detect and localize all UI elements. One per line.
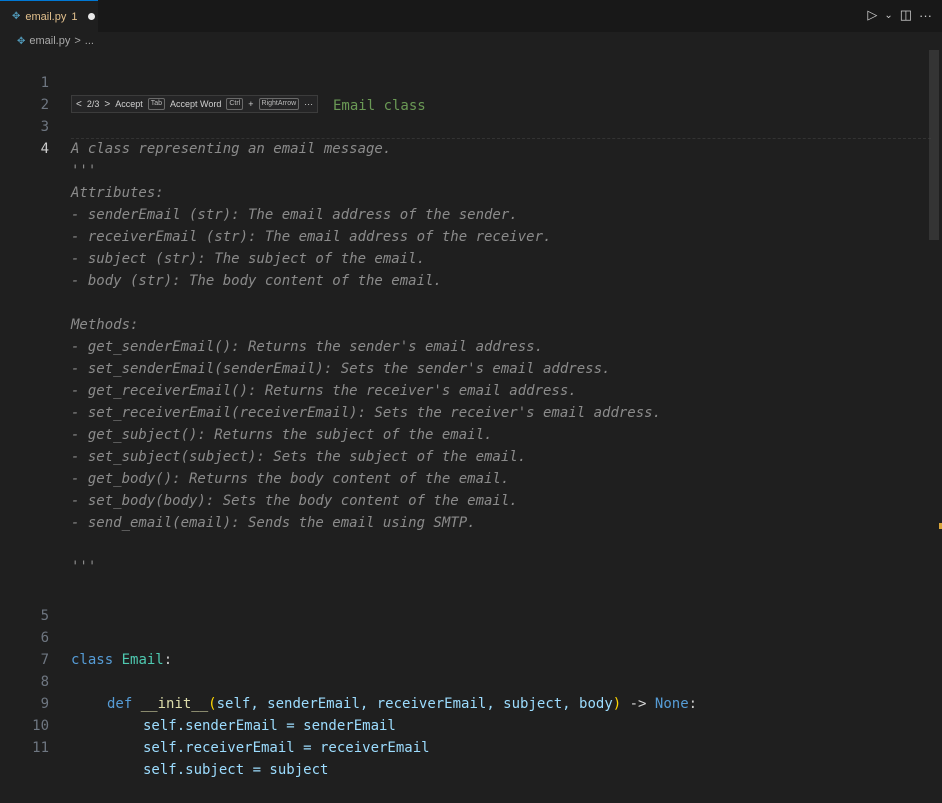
ghost-text: Methods: — [71, 317, 139, 333]
accept-word-shortcut-rightarrow: RightArrow — [258, 98, 300, 110]
ghost-line: - senderEmail (str): The email address o… — [0, 204, 930, 226]
ghost-line: A class representing an email message. — [0, 138, 930, 160]
breadcrumb-separator: > — [74, 35, 81, 47]
next-suggestion-button[interactable]: > — [104, 99, 110, 110]
tab-problem-count: 1 — [71, 10, 78, 23]
code-line: 1 import re — [0, 50, 930, 113]
ghost-line: - set_body(body): Sets the body content … — [0, 490, 930, 512]
code-text: self.subject = subject — [143, 762, 329, 778]
accept-word-button[interactable]: Accept Word — [170, 99, 221, 109]
ghost-line: Methods: — [0, 314, 930, 336]
tab-filename: email.py — [25, 10, 67, 23]
ghost-line: ''' — [0, 556, 930, 578]
code-line: 7 — [0, 627, 930, 668]
ghost-line: - body (str): The body content of the em… — [0, 270, 930, 292]
code-editor[interactable]: 1 import re 2 3 < 2/3 > Accept Tab Accep… — [0, 50, 942, 778]
ghost-line: - subject (str): The subject of the emai… — [0, 248, 930, 270]
ghost-text: - receiverEmail (str): The email address… — [71, 229, 552, 245]
code-text: self.receiverEmail = receiverEmail — [143, 740, 430, 756]
ghost-text: - subject (str): The subject of the emai… — [71, 251, 426, 267]
editor-tab-bar: ✥ email.py 1 ▷ ⌄ ◫ ··· — [0, 0, 942, 33]
ghost-line: - set_receiverEmail(receiverEmail): Sets… — [0, 402, 930, 424]
accept-shortcut-key: Tab — [147, 98, 166, 110]
code-line: 11 self.subject = subject — [0, 715, 930, 778]
ghost-text: A class representing an email message. — [71, 141, 392, 157]
ghost-text: - senderEmail (str): The email address o… — [71, 207, 518, 223]
ghost-line: - set_subject(subject): Sets the subject… — [0, 446, 930, 468]
run-icon[interactable]: ▷ — [867, 7, 877, 23]
line-number: 11 — [32, 740, 49, 756]
ghost-text: ''' — [71, 559, 97, 575]
copilot-suggestion-toolbar: < 2/3 > Accept Tab Accept Word Ctrl + Ri… — [71, 95, 319, 113]
ghost-text: - send_email(email): Sends the email usi… — [71, 515, 476, 531]
ghost-line: - set_senderEmail(senderEmail): Sets the… — [0, 358, 930, 380]
code-line: 2 — [0, 72, 930, 113]
previous-suggestion-button[interactable]: < — [76, 99, 82, 110]
shortcut-plus: + — [248, 99, 254, 109]
ghost-text: - get_senderEmail(): Returns the sender'… — [71, 339, 544, 355]
ghost-line: - get_senderEmail(): Returns the sender'… — [0, 336, 930, 358]
ghost-line: Attributes: — [0, 182, 930, 204]
split-editor-icon[interactable]: ◫ — [900, 7, 912, 23]
run-menu-chevron-icon[interactable]: ⌄ — [884, 10, 892, 21]
ghost-text: Attributes: — [71, 185, 164, 201]
unsaved-dot-icon[interactable] — [88, 13, 96, 20]
accept-word-shortcut-ctrl: Ctrl — [226, 98, 244, 110]
ghost-text: - set_body(body): Sets the body content … — [71, 493, 518, 509]
code-line: 9 self.senderEmail = senderEmail — [0, 671, 930, 734]
ghost-text: - get_receiverEmail(): Returns the recei… — [71, 383, 577, 399]
ghost-text: - get_body(): Returns the body content o… — [71, 471, 510, 487]
code-line: 10 self.receiverEmail = receiverEmail — [0, 693, 930, 756]
ghost-text: - get_subject(): Returns the subject of … — [71, 427, 493, 443]
ghost-line: - receiverEmail (str): The email address… — [0, 226, 930, 248]
more-options-icon[interactable]: ··· — [304, 99, 313, 109]
ghost-text: - set_subject(subject): Sets the subject… — [71, 449, 527, 465]
code-line: 6 class Email: — [0, 605, 930, 668]
ghost-text: - set_receiverEmail(receiverEmail): Sets… — [71, 405, 662, 421]
breadcrumb: ✥ email.py > ... — [0, 32, 942, 50]
ghost-line: - get_receiverEmail(): Returns the recei… — [0, 380, 930, 402]
accept-button[interactable]: Accept — [115, 99, 143, 109]
breadcrumb-file[interactable]: email.py — [29, 35, 70, 47]
ghost-line — [0, 534, 930, 556]
python-file-icon: ✥ — [12, 11, 21, 22]
tab-email-py[interactable]: ✥ email.py 1 — [0, 0, 98, 32]
ghost-line: - send_email(email): Sends the email usi… — [0, 512, 930, 534]
ghost-text: - body (str): The body content of the em… — [71, 273, 442, 289]
python-file-icon: ✥ — [17, 35, 26, 47]
vertical-scrollbar[interactable] — [929, 50, 939, 240]
code-line: 8 def __init__(self, senderEmail, receiv… — [0, 649, 930, 712]
code-line-current: 4 ''' — [0, 116, 930, 179]
ghost-line — [0, 292, 930, 314]
ghost-line: - get_body(): Returns the body content o… — [0, 468, 930, 490]
ghost-line: - get_subject(): Returns the subject of … — [0, 424, 930, 446]
code-line: 5 — [0, 583, 930, 624]
suggestion-counter: 2/3 — [86, 99, 100, 109]
more-actions-icon[interactable]: ··· — [919, 8, 932, 23]
editor-actions: ▷ ⌄ ◫ ··· — [867, 7, 932, 23]
ghost-line — [0, 160, 930, 182]
breadcrumb-symbols[interactable]: ... — [85, 35, 94, 47]
copilot-prompt-comment: Email class — [333, 98, 426, 114]
ghost-text: - set_senderEmail(senderEmail): Sets the… — [71, 361, 611, 377]
